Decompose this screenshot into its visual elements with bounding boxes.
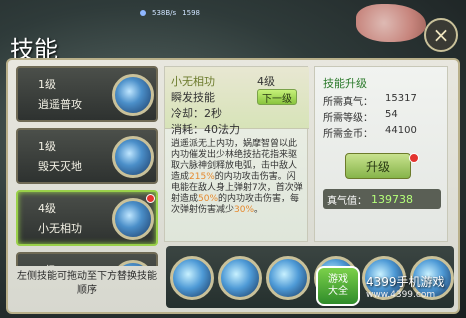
skill-slot-1-icon[interactable] — [170, 256, 214, 300]
upgrade-panel: 技能升级 所需真气： 15317 所需等级： 54 所需金币： 44100 升级… — [314, 66, 448, 242]
skill-detail-name: 小无相功 — [171, 75, 215, 88]
cooldown: 冷却：2秒 — [171, 107, 222, 120]
skill-description: 逍遥派无上内功，娲摩智曾以此内功催发出少林绝技拈花指来驱取六脉神剑释放电弧，击中… — [171, 139, 303, 216]
logo-line-2: 大全 — [328, 286, 348, 297]
skill-level: 1级 — [38, 140, 56, 153]
watermark-url: www.4399.com — [366, 289, 436, 300]
decorative-hand-art — [356, 4, 426, 42]
close-icon: × — [432, 23, 450, 47]
close-button[interactable]: × — [424, 18, 458, 52]
game-screen: 538B/s 1598 技能 × 1级 逍遥普攻 1级 毁天灭地 4级 小无相功 — [0, 0, 466, 318]
requirement-label: 所需真气： — [323, 97, 373, 108]
status-bar: 538B/s 1598 — [140, 6, 310, 20]
skill-icon — [112, 74, 154, 116]
skill-detail-header: 小无相功 4级 瞬发技能 下一级 冷却：2秒 消耗：40法力 — [165, 67, 309, 136]
notification-badge — [409, 153, 419, 163]
watermark-brand: 4399手机游戏 — [366, 274, 445, 289]
notification-badge — [146, 194, 155, 203]
zhenqi-label: 真气值： — [327, 195, 367, 207]
skill-type: 瞬发技能 — [171, 91, 215, 104]
skill-row-1[interactable]: 1级 逍遥普攻 — [16, 66, 158, 122]
desc-highlight: 215% — [189, 172, 215, 182]
upgrade-button[interactable]: 升级 — [345, 153, 411, 179]
requirement-value: 54 — [385, 109, 398, 120]
skill-level: 4级 — [38, 202, 56, 215]
next-level-button[interactable]: 下一级 — [257, 89, 297, 105]
status-value: 1598 — [182, 9, 200, 17]
desc-highlight: 50% — [198, 194, 219, 204]
upgrade-row: 所需金币： 44100 — [323, 125, 417, 140]
upgrade-title: 技能升级 — [323, 77, 367, 90]
skill-icon — [112, 260, 154, 266]
skill-detail-level: 4级 — [257, 75, 275, 88]
logo-line-1: 游戏 — [328, 274, 348, 285]
drag-hint: 左侧技能可拖动至下方替换技能顺序 — [17, 271, 157, 296]
status-network: 538B/s — [152, 9, 177, 17]
requirement-label: 所需等级： — [323, 113, 373, 124]
watermark: 游戏 大全 4399手机游戏 www.4399.com — [316, 260, 466, 312]
skill-slot-3-icon[interactable] — [266, 256, 310, 300]
zhenqi-value: 139738 — [371, 192, 413, 206]
upgrade-row: 所需等级： 54 — [323, 109, 398, 124]
skill-slot-2-icon[interactable] — [218, 256, 262, 300]
requirement-label: 所需金币： — [323, 129, 373, 140]
upgrade-row: 所需真气： 15317 — [323, 93, 417, 108]
wifi-icon — [140, 10, 146, 16]
skill-icon — [112, 136, 154, 178]
mana-cost: 消耗：40法力 — [171, 123, 240, 136]
skill-name: 小无相功 — [38, 222, 82, 235]
skill-level: 1级 — [38, 78, 56, 91]
zhenqi-display: 真气值： 139738 — [323, 189, 441, 209]
skill-row-4[interactable]: 8级 — [16, 252, 158, 266]
requirement-value: 44100 — [385, 125, 417, 136]
skill-row-3[interactable]: 4级 小无相功 — [16, 190, 158, 246]
skill-level: 8级 — [38, 262, 56, 266]
requirement-value: 15317 — [385, 93, 417, 104]
desc-highlight: 30% — [234, 205, 255, 215]
skill-list: 1级 逍遥普攻 1级 毁天灭地 4级 小无相功 8级 — [16, 66, 158, 266]
desc-text: 。 — [254, 205, 264, 215]
watermark-logo: 游戏 大全 — [316, 266, 360, 306]
skill-detail: 小无相功 4级 瞬发技能 下一级 冷却：2秒 消耗：40法力 逍遥派无上内功，娲… — [164, 66, 309, 242]
skill-icon — [112, 198, 154, 240]
skill-name: 逍遥普攻 — [38, 98, 82, 111]
skill-row-2[interactable]: 1级 毁天灭地 — [16, 128, 158, 184]
skill-name: 毁天灭地 — [38, 160, 82, 173]
